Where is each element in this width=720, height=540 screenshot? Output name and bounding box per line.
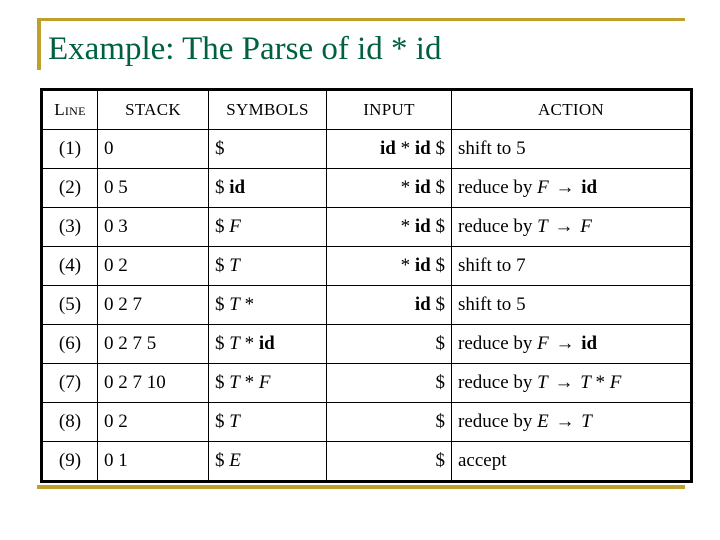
page-title: Example: The Parse of id * id [48,31,442,67]
parse-table-container: Line STACK SYMBOLS INPUT ACTION (1) 0 $ id … [40,88,693,483]
cell-symbols: $ T * F [208,363,327,403]
cell-input: * id $ [326,246,452,286]
column-header-line: Line [41,89,98,130]
table-body: (1) 0 $ id * id $ shift to 5 (2) 0 5 $ id * id $… [41,129,692,482]
table-header: Line STACK SYMBOLS INPUT ACTION [41,89,692,130]
table-row: (3) 0 3 $ F * id $ reduce by T → F [41,207,692,247]
cell-line: (8) [41,402,98,442]
cell-line: (6) [41,324,98,364]
cell-stack: 0 2 [97,246,209,286]
table-row: (2) 0 5 $ id * id $ reduce by F → id [41,168,692,208]
table-row: (1) 0 $ id * id $ shift to 5 [41,129,692,169]
cell-input: $ [326,324,452,364]
cell-symbols: $ T * [208,285,327,325]
cell-input: $ [326,363,452,403]
table-row: (7) 0 2 7 10 $ T * F $ reduce by T → T * F [41,363,692,403]
cell-line: (2) [41,168,98,208]
cell-stack: 0 3 [97,207,209,247]
cell-action: reduce by F → id [451,324,692,364]
cell-action: accept [451,441,692,482]
slide-canvas: Example: The Parse of id * id Line STACK… [0,0,720,540]
bottom-accent-rule [37,485,685,489]
cell-action: reduce by T → T * F [451,363,692,403]
table-row: (5) 0 2 7 $ T * id $ shift to 5 [41,285,692,325]
cell-symbols: $ E [208,441,327,482]
cell-stack: 0 [97,129,209,169]
table-row: (8) 0 2 $ T $ reduce by E → T [41,402,692,442]
parse-trace-table: Line STACK SYMBOLS INPUT ACTION (1) 0 $ id … [40,88,693,483]
cell-input: * id $ [326,168,452,208]
table-header-row: Line STACK SYMBOLS INPUT ACTION [41,89,692,130]
cell-action: reduce by F → id [451,168,692,208]
cell-symbols: $ [208,129,327,169]
table-row: (4) 0 2 $ T * id $ shift to 7 [41,246,692,286]
cell-line: (9) [41,441,98,482]
table-row: (6) 0 2 7 5 $ T * id $ reduce by F → id [41,324,692,364]
cell-action: shift to 5 [451,285,692,325]
column-header-action: ACTION [451,89,692,130]
cell-line: (7) [41,363,98,403]
table-row: (9) 0 1 $ E $ accept [41,441,692,482]
cell-symbols: $ id [208,168,327,208]
cell-symbols: $ T [208,402,327,442]
cell-stack: 0 2 [97,402,209,442]
cell-line: (4) [41,246,98,286]
column-header-input: INPUT [326,89,452,130]
top-accent-rule [37,18,685,21]
cell-line: (5) [41,285,98,325]
cell-action: shift to 7 [451,246,692,286]
cell-symbols: $ T [208,246,327,286]
cell-symbols: $ F [208,207,327,247]
cell-stack: 0 2 7 10 [97,363,209,403]
cell-input: $ [326,402,452,442]
cell-stack: 0 5 [97,168,209,208]
cell-input: id * id $ [326,129,452,169]
cell-stack: 0 1 [97,441,209,482]
cell-symbols: $ T * id [208,324,327,364]
cell-stack: 0 2 7 5 [97,324,209,364]
left-accent-bar [37,18,41,70]
cell-action: reduce by T → F [451,207,692,247]
cell-stack: 0 2 7 [97,285,209,325]
column-header-symbols: SYMBOLS [208,89,327,130]
cell-input: $ [326,441,452,482]
cell-line: (3) [41,207,98,247]
cell-line: (1) [41,129,98,169]
cell-action: shift to 5 [451,129,692,169]
cell-input: id $ [326,285,452,325]
cell-action: reduce by E → T [451,402,692,442]
column-header-stack: STACK [97,89,209,130]
cell-input: * id $ [326,207,452,247]
